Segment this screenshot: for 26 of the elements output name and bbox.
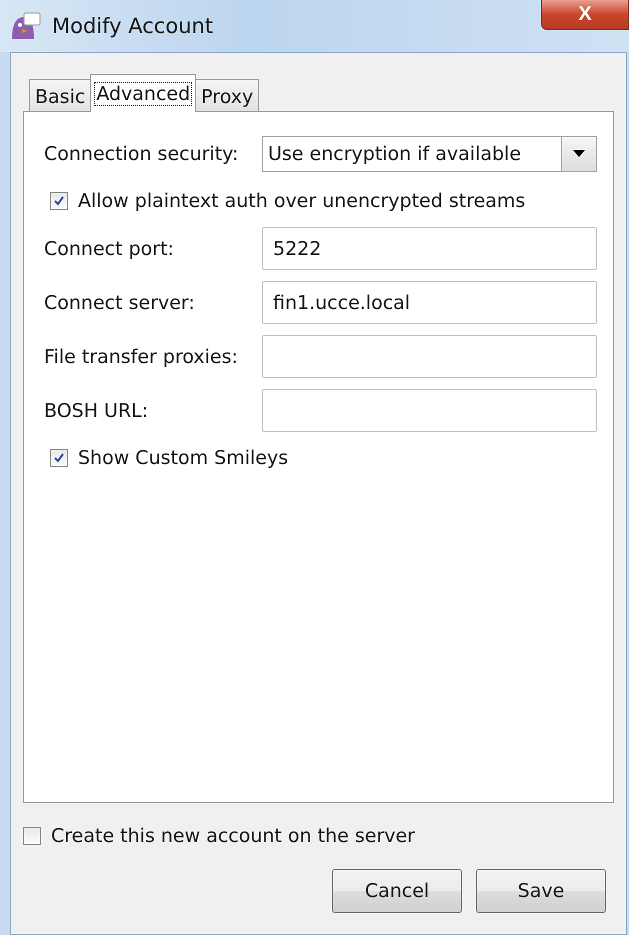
input-field[interactable] bbox=[262, 389, 597, 432]
checkbox-label: Create this new account on the server bbox=[51, 825, 415, 847]
tab[interactable]: Basic bbox=[29, 79, 92, 111]
close-button[interactable]: X bbox=[541, 0, 629, 30]
window-title: Modify Account bbox=[52, 14, 214, 38]
tab[interactable]: Proxy bbox=[195, 79, 260, 111]
checkbox[interactable] bbox=[23, 827, 41, 845]
field-label: BOSH URL: bbox=[44, 400, 150, 422]
check-icon bbox=[53, 195, 65, 207]
check-icon bbox=[53, 452, 65, 464]
field-label: Connect server: bbox=[44, 292, 196, 314]
dialog-button[interactable]: Save bbox=[476, 869, 606, 913]
field-label: File transfer proxies: bbox=[44, 346, 239, 368]
checkbox-label: Show Custom Smileys bbox=[78, 447, 288, 469]
input-field[interactable] bbox=[262, 335, 597, 378]
dropdown[interactable]: Use encryption if available bbox=[262, 136, 597, 172]
caret-icon bbox=[573, 150, 585, 157]
checkbox[interactable] bbox=[50, 192, 68, 210]
field-label: Connection security: bbox=[44, 142, 240, 164]
dialog-button[interactable]: Cancel bbox=[332, 869, 462, 913]
field-label: Connect port: bbox=[44, 238, 175, 260]
input-field[interactable]: fin1.ucce.local bbox=[262, 281, 597, 324]
tab[interactable]: Advanced bbox=[90, 74, 196, 112]
checkbox-label: Allow plaintext auth over unencrypted streams bbox=[78, 190, 526, 212]
input-field[interactable]: 5222 bbox=[262, 227, 597, 270]
checkbox[interactable] bbox=[50, 449, 68, 467]
